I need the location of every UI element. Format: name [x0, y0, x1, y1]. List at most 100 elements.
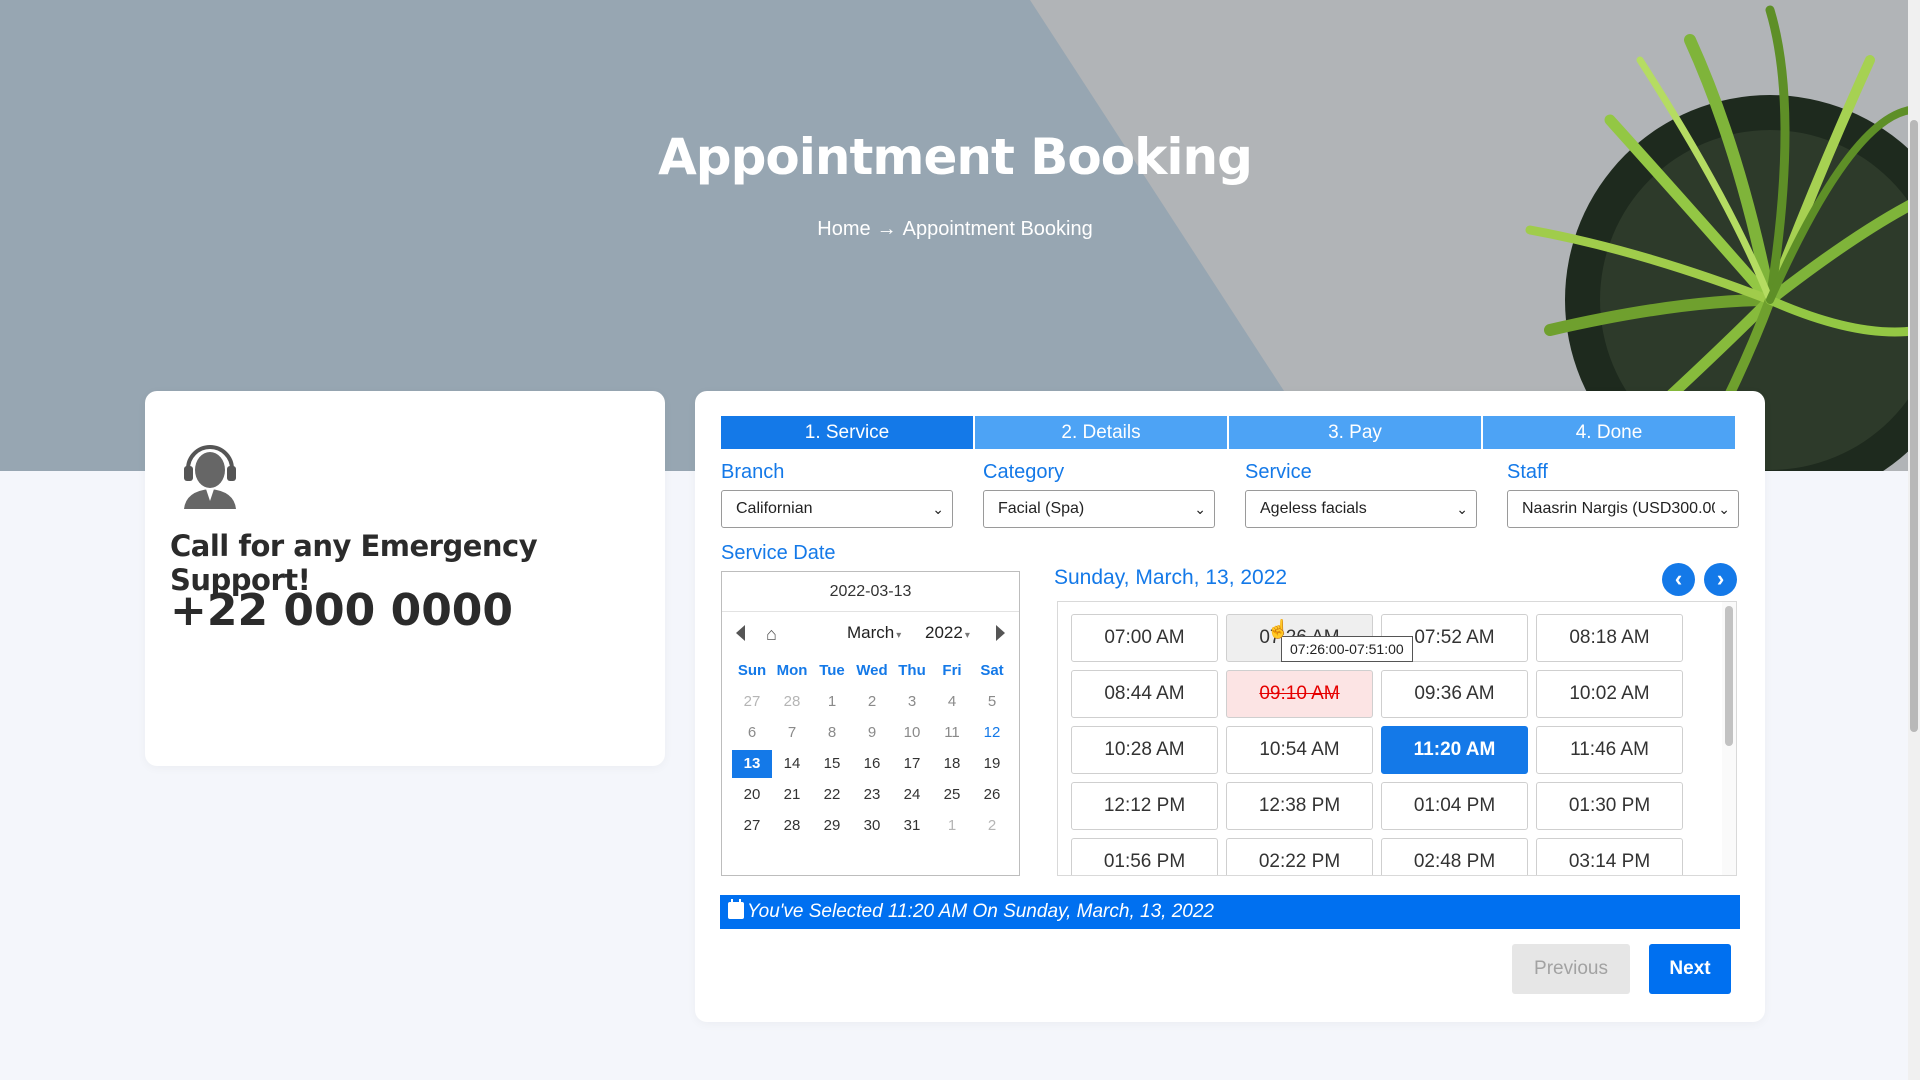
time-slot-button[interactable]: 08:18 AM — [1536, 614, 1683, 662]
date-picker: 2022-03-13 ⌂ March ▾ 2022 ▾ Sun Mon Tue We… — [721, 571, 1020, 876]
calendar-week-row: 27 28 1 2 3 4 5 — [732, 686, 1012, 717]
calendar-day[interactable]: 23 — [852, 781, 892, 809]
calendar-day[interactable]: 17 — [892, 750, 932, 778]
time-slots-scrollbar[interactable] — [1722, 602, 1736, 875]
caret-down-icon: ▾ — [896, 630, 902, 641]
page-title: Appointment Booking — [658, 128, 1253, 186]
calendar-month-select[interactable]: March ▾ — [847, 623, 901, 643]
weekday-label: Sun — [737, 661, 767, 679]
calendar-year-select[interactable]: 2022 ▾ — [925, 623, 970, 643]
calendar-day: 1 — [947, 816, 957, 834]
time-slot-button[interactable]: 08:44 AM — [1071, 670, 1218, 718]
weekday-label: Fri — [942, 661, 962, 679]
calendar-day[interactable]: 30 — [852, 812, 892, 840]
calendar-day[interactable]: 21 — [772, 781, 812, 809]
time-slot-button[interactable]: 11:46 AM — [1536, 726, 1683, 774]
time-slot-button[interactable]: 11:20 AM — [1381, 726, 1528, 774]
calendar-week-row: 20 21 22 23 24 25 26 — [732, 779, 1012, 810]
time-slot-button[interactable]: 03:14 PM — [1536, 838, 1683, 875]
time-slot-button[interactable]: 01:30 PM — [1536, 782, 1683, 830]
time-slot-button[interactable]: 07:00 AM — [1071, 614, 1218, 662]
calendar-week-row: 13 14 15 16 17 18 19 — [732, 748, 1012, 779]
calendar-grid: Sun Mon Tue Wed Thu Fri Sat 27 28 1 2 3 … — [732, 655, 1012, 841]
selection-summary-bar: You've Selected 11:20 AM On Sunday, Marc… — [720, 895, 1740, 929]
support-card: Call for any Emergency Support! +22 000 … — [145, 391, 665, 766]
time-slot-button[interactable]: 02:48 PM — [1381, 838, 1528, 875]
branch-select-value: Californian — [736, 500, 813, 517]
prev-day-button[interactable]: ‹ — [1662, 563, 1695, 596]
weekday-label: Wed — [856, 661, 888, 679]
chevron-right-icon: › — [1716, 566, 1725, 591]
calendar-day[interactable]: 29 — [812, 812, 852, 840]
calendar-home-icon[interactable]: ⌂ — [766, 624, 777, 645]
branch-select[interactable]: Californian ⌄ — [721, 490, 953, 528]
time-slot-button[interactable]: 12:12 PM — [1071, 782, 1218, 830]
calendar-icon — [728, 899, 744, 919]
booking-steps: 1. Service 2. Details 3. Pay 4. Done — [721, 416, 1735, 449]
step-details[interactable]: 2. Details — [975, 416, 1227, 449]
calendar-day[interactable]: 24 — [892, 781, 932, 809]
calendar-day[interactable]: 25 — [932, 781, 972, 809]
breadcrumb-current: Appointment Booking — [902, 218, 1093, 240]
service-select-value: Ageless facials — [1260, 500, 1367, 517]
time-slots-scrollbar-thumb[interactable] — [1725, 606, 1733, 746]
headset-support-icon — [184, 445, 236, 509]
calendar-day[interactable]: 27 — [732, 812, 772, 840]
staff-select[interactable]: Naasrin Nargis (USD300.00) ⌄ — [1507, 490, 1739, 528]
previous-button[interactable]: Previous — [1512, 944, 1630, 994]
time-slot-button[interactable]: 10:54 AM — [1226, 726, 1373, 774]
step-done[interactable]: 4. Done — [1483, 416, 1735, 449]
time-slot-button[interactable]: 02:22 PM — [1226, 838, 1373, 875]
service-date-label: Service Date — [721, 542, 836, 564]
breadcrumb-arrow: → — [876, 218, 897, 240]
calendar-day[interactable]: 26 — [972, 781, 1012, 809]
next-day-button[interactable]: › — [1704, 563, 1737, 596]
calendar-day[interactable]: 14 — [772, 750, 812, 778]
calendar-day[interactable]: 22 — [812, 781, 852, 809]
calendar-day[interactable]: 20 — [732, 781, 772, 809]
calendar-day: 9 — [867, 723, 877, 741]
time-slot-button: 09:10 AM — [1226, 670, 1373, 718]
calendar-day: 11 — [944, 723, 960, 741]
calendar-year-value: 2022 — [925, 623, 963, 642]
calendar-week-row: 27 28 29 30 31 1 2 — [732, 810, 1012, 841]
branch-label: Branch — [721, 461, 785, 483]
weekday-label: Thu — [898, 661, 926, 679]
calendar-prev-month-icon[interactable] — [736, 625, 745, 641]
chevron-down-icon: ⌄ — [1456, 501, 1468, 517]
calendar-day: 7 — [787, 723, 797, 741]
service-select[interactable]: Ageless facials ⌄ — [1245, 490, 1477, 528]
calendar-next-month-icon[interactable] — [996, 625, 1005, 641]
calendar-day[interactable]: 16 — [852, 750, 892, 778]
time-slot-button[interactable]: 10:28 AM — [1071, 726, 1218, 774]
category-select[interactable]: Facial (Spa) ⌄ — [983, 490, 1215, 528]
calendar-day: 10 — [903, 723, 921, 741]
calendar-current-date[interactable]: 2022-03-13 — [722, 572, 1019, 612]
time-slot-tooltip: 07:26:00-07:51:00 — [1281, 636, 1413, 662]
calendar-day: 8 — [827, 723, 837, 741]
calendar-day[interactable]: 28 — [772, 812, 812, 840]
step-pay[interactable]: 3. Pay — [1229, 416, 1481, 449]
calendar-day[interactable]: 19 — [972, 750, 1012, 778]
calendar-day[interactable]: 15 — [812, 750, 852, 778]
pointer-cursor-icon: ☝ — [1267, 619, 1290, 639]
time-slot-button[interactable]: 10:02 AM — [1536, 670, 1683, 718]
calendar-day: 4 — [947, 692, 957, 710]
page-scrollbar[interactable] — [1908, 0, 1920, 1080]
step-service[interactable]: 1. Service — [721, 416, 973, 449]
calendar-day[interactable]: 18 — [932, 750, 972, 778]
time-slot-button[interactable]: 01:04 PM — [1381, 782, 1528, 830]
calendar-day: 5 — [987, 692, 997, 710]
page-scrollbar-thumb[interactable] — [1910, 120, 1918, 732]
staff-select-value: Naasrin Nargis (USD300.00) — [1522, 500, 1726, 517]
calendar-day-selected[interactable]: 13 — [732, 749, 772, 778]
calendar-day[interactable]: 31 — [892, 812, 932, 840]
next-button[interactable]: Next — [1649, 944, 1731, 994]
calendar-day-today: 12 — [983, 723, 1001, 741]
time-slot-button[interactable]: 09:36 AM — [1381, 670, 1528, 718]
time-slot-button[interactable]: 12:38 PM — [1226, 782, 1373, 830]
breadcrumb-home-link[interactable]: Home — [817, 218, 870, 240]
category-select-value: Facial (Spa) — [998, 500, 1085, 517]
time-slot-button[interactable]: 01:56 PM — [1071, 838, 1218, 875]
chevron-down-icon: ⌄ — [932, 501, 944, 517]
